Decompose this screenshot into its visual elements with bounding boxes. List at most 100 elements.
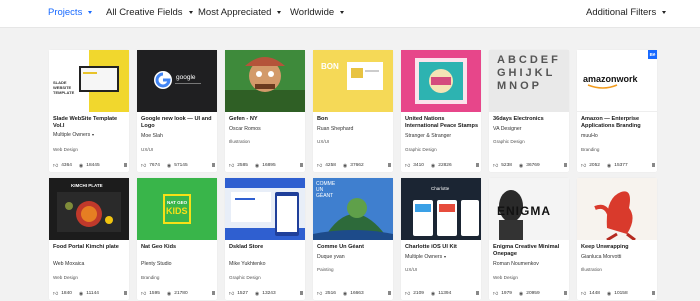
additional-filters-label: Additional Filters (586, 7, 657, 18)
project-thumbnail[interactable]: KIMCHI PLATE (49, 178, 129, 240)
project-card[interactable]: SLADE WEBSITE TEMPLATE Slade WebSite Tem… (49, 50, 129, 172)
project-thumbnail[interactable]: Charlotte (401, 178, 481, 240)
project-title[interactable]: Enigma Creative Minimal Onepage (493, 244, 567, 258)
thumbs-up-icon: 👍︎ (317, 162, 323, 169)
bookmark-icon[interactable] (476, 291, 479, 295)
bookmark-icon[interactable] (300, 163, 303, 167)
project-thumbnail[interactable]: ABCDEFGHIJKLMNOP (489, 50, 569, 112)
additional-filters-dropdown[interactable]: Additional Filters (586, 7, 667, 18)
creative-field[interactable]: UX/UI (405, 267, 417, 272)
project-title[interactable]: Google new look — UI and Logo (141, 116, 215, 130)
bookmark-icon[interactable] (388, 291, 391, 295)
project-owner[interactable]: VA Designer (493, 126, 521, 132)
project-card[interactable]: COMME UN GÉANT Comme Un Géant Duque yvan… (313, 178, 393, 300)
bookmark-icon[interactable] (652, 291, 655, 295)
creative-field[interactable]: Graphic Design (229, 275, 261, 280)
creative-field[interactable]: Branding (581, 147, 599, 152)
sort-dropdown[interactable]: Most Appreciated (198, 7, 282, 18)
project-title[interactable]: United Nations International Peace Stamp… (405, 116, 479, 130)
project-card[interactable]: KIMCHI PLATE Food Portal Kimchi plate We… (49, 178, 129, 300)
owner-label: Multiple Owners (53, 132, 91, 138)
project-owner[interactable]: Ruan Shephard (317, 126, 353, 132)
project-title[interactable]: Keep Unwrapping (581, 244, 655, 251)
project-owner[interactable]: Mike Yukhtenko (229, 261, 266, 267)
project-thumbnail[interactable]: BON (313, 50, 393, 112)
project-owner[interactable]: Stranger & Stranger (405, 133, 451, 139)
project-thumbnail[interactable] (225, 50, 305, 112)
bookmark-icon[interactable] (564, 291, 567, 295)
bookmark-icon[interactable] (652, 163, 655, 167)
bookmark-icon[interactable] (212, 163, 215, 167)
creative-field[interactable]: UX/UI (317, 139, 329, 144)
chevron-down-icon (340, 11, 345, 14)
project-thumbnail[interactable] (401, 50, 481, 112)
projects-dropdown[interactable]: Projects (48, 7, 93, 18)
project-title[interactable]: Bon (317, 116, 391, 123)
project-thumbnail[interactable]: ENIGMA (489, 178, 569, 240)
location-label: Worldwide (290, 7, 335, 18)
bookmark-icon[interactable] (124, 291, 127, 295)
project-card[interactable]: ABCDEFGHIJKLMNOP 36days Electronics VA D… (489, 50, 569, 172)
creative-field[interactable]: Graphic Design (493, 139, 525, 144)
project-title[interactable]: Dsklad Store (229, 244, 303, 251)
project-title[interactable]: Food Portal Kimchi plate (53, 244, 127, 251)
creative-field[interactable]: Branding (141, 275, 159, 280)
project-thumbnail[interactable]: SLADE WEBSITE TEMPLATE (49, 50, 129, 112)
project-card[interactable]: Dsklad Store Mike Yukhtenko Graphic Desi… (225, 178, 305, 300)
project-owner[interactable]: Duque yvan (317, 254, 345, 260)
project-owner[interactable]: Oscar Romos (229, 126, 261, 132)
project-title[interactable]: Nat Geo Kids (141, 244, 215, 251)
project-owner[interactable]: Multiple Owners (53, 132, 95, 138)
project-title[interactable]: Comme Un Géant (317, 244, 391, 251)
project-card[interactable]: Charlotte Charlotte iOS UI Kit Multiple … (401, 178, 481, 300)
appreciations-count: 3410 (413, 163, 424, 168)
project-thumbnail[interactable]: amazonwork Bē (577, 50, 657, 112)
creative-field[interactable]: Graphic Design (405, 147, 437, 152)
project-title[interactable]: Gefen - NY (229, 116, 303, 123)
project-title[interactable]: Amazon — Enterprise Applications Brandin… (581, 116, 655, 130)
creative-field[interactable]: Illustration (581, 267, 602, 272)
appreciations-count: 5238 (501, 163, 512, 168)
project-thumbnail[interactable] (225, 178, 305, 240)
bookmark-icon[interactable] (300, 291, 303, 295)
project-card[interactable]: google Google new look — UI and Logo Moe… (137, 50, 217, 172)
project-card[interactable]: BON Bon Ruan Shephard UX/UI 👍︎ 4258 ◉ 37662 (313, 50, 393, 172)
thumbnail-text: amazonwork (583, 74, 638, 84)
bookmark-icon[interactable] (476, 163, 479, 167)
bookmark-icon[interactable] (212, 291, 215, 295)
creative-field[interactable]: Web Design (493, 275, 518, 280)
project-title[interactable]: Slade WebSite Template Vol.I (53, 116, 127, 130)
project-card[interactable]: NAT GEO KIDS Nat Geo Kids Plenty Studio … (137, 178, 217, 300)
creative-field[interactable]: UX/UI (141, 147, 153, 152)
views-count: 11144 (86, 291, 99, 296)
project-card[interactable]: Keep Unwrapping Gianluca Morvotti Illust… (577, 178, 657, 300)
creative-field[interactable]: Web Design (53, 275, 78, 280)
project-owner[interactable]: muuHo (581, 133, 598, 139)
location-dropdown[interactable]: Worldwide (290, 7, 345, 18)
project-card[interactable]: Gefen - NY Oscar Romos Illustration 👍︎ 25… (225, 50, 305, 172)
project-card[interactable]: United Nations International Peace Stamp… (401, 50, 481, 172)
project-thumbnail[interactable] (577, 178, 657, 240)
appreciations-count: 1527 (237, 291, 248, 296)
project-thumbnail[interactable]: google (137, 50, 217, 112)
project-owner[interactable]: Web Moxaica (53, 261, 84, 267)
project-owner[interactable]: Gianluca Morvotti (581, 254, 621, 260)
project-owner[interactable]: Moe Slah (141, 133, 163, 139)
project-owner[interactable]: Roman Noumenkov (493, 261, 539, 267)
creative-field[interactable]: Painting (317, 267, 334, 272)
thumbs-up-icon: 👍︎ (53, 290, 59, 297)
creative-field[interactable]: Illustration (229, 139, 250, 144)
bookmark-icon[interactable] (124, 163, 127, 167)
project-owner[interactable]: Plenty Studio (141, 261, 172, 267)
project-title[interactable]: 36days Electronics (493, 116, 567, 123)
project-thumbnail[interactable]: NAT GEO KIDS (137, 178, 217, 240)
project-title[interactable]: Charlotte iOS UI Kit (405, 244, 479, 251)
creative-fields-dropdown[interactable]: All Creative Fields (106, 7, 193, 18)
bookmark-icon[interactable] (564, 163, 567, 167)
project-thumbnail[interactable]: COMME UN GÉANT (313, 178, 393, 240)
bookmark-icon[interactable] (388, 163, 391, 167)
creative-field[interactable]: Web Design (53, 147, 78, 152)
project-card[interactable]: amazonwork Bē Amazon — Enterprise Applic… (577, 50, 657, 172)
project-card[interactable]: ENIGMA Enigma Creative Minimal Onepage R… (489, 178, 569, 300)
project-owner[interactable]: Multiple Owners (405, 254, 447, 260)
